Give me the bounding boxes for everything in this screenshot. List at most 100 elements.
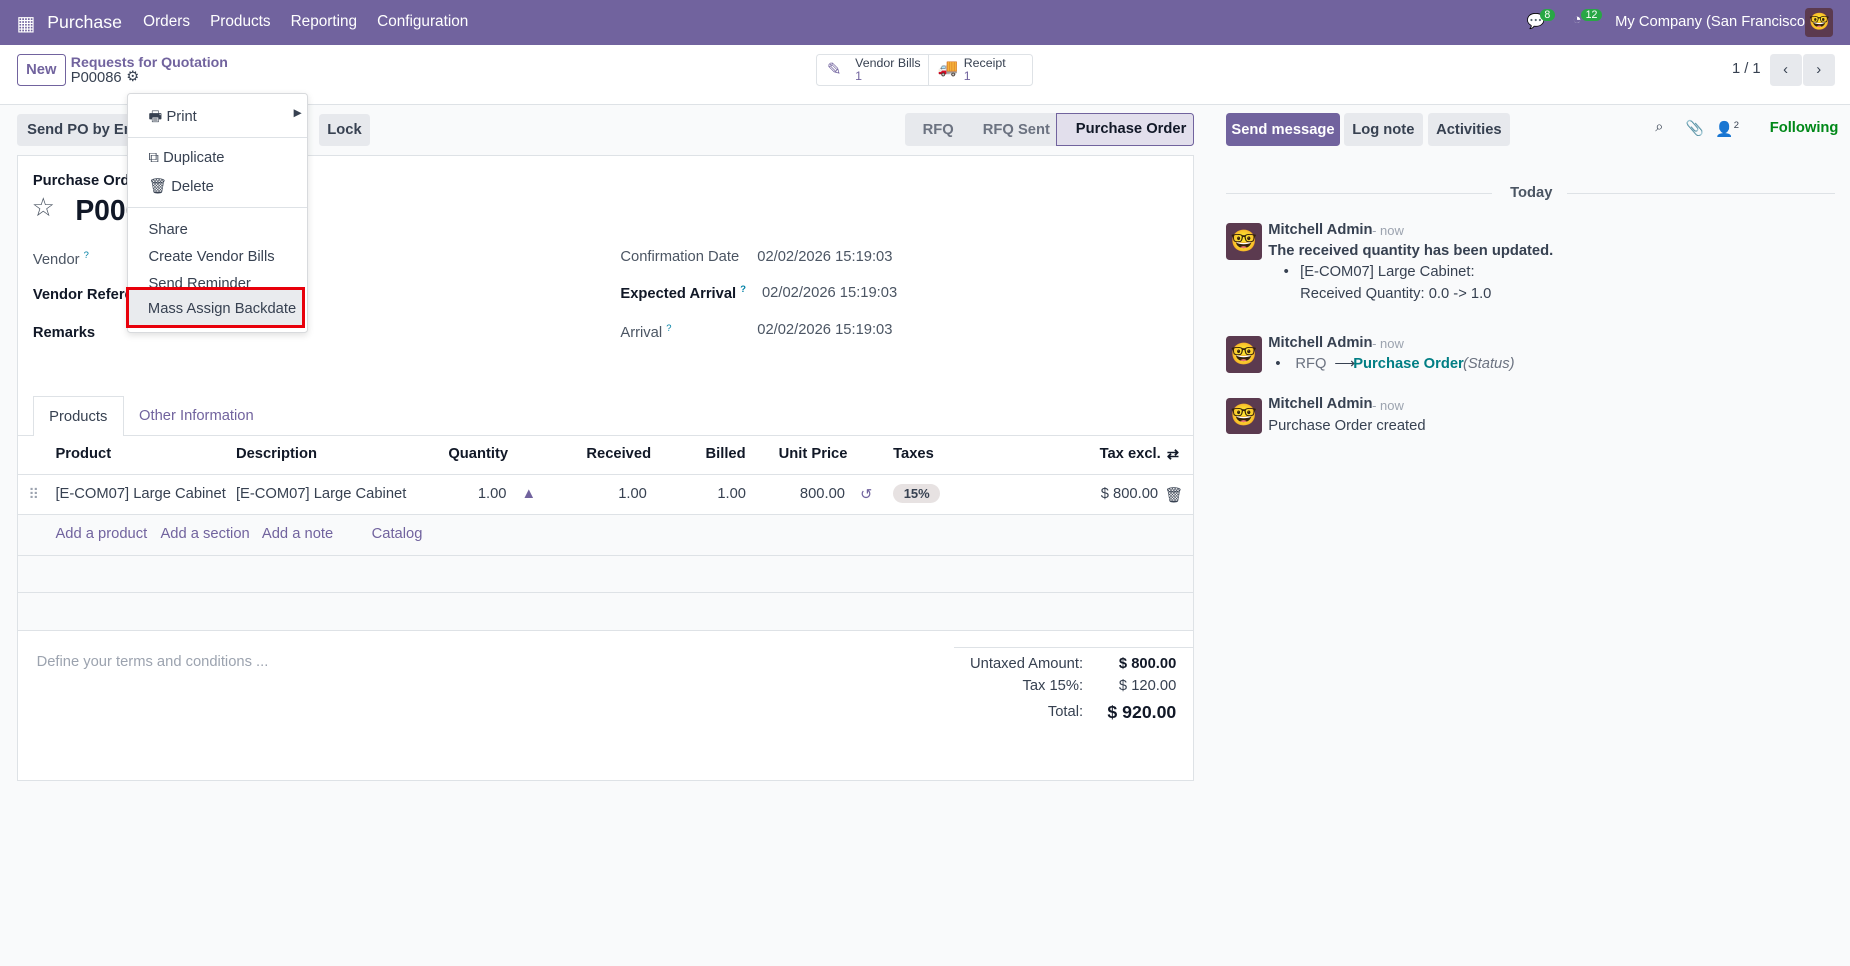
total-value: $ 920.00 [1107, 701, 1177, 722]
confirmation-value[interactable]: 02/02/2026 15:19:03 [757, 249, 892, 265]
pager-value[interactable]: 1 / 1 [1732, 61, 1761, 77]
gear-icon[interactable]: ⚙ [126, 68, 139, 85]
cell-description[interactable]: [E-COM07] Large Cabinet [236, 486, 406, 502]
new-button[interactable]: New [16, 54, 67, 87]
company-switcher[interactable]: My Company (San Francisco) [1615, 14, 1810, 30]
untaxed-value: $ 800.00 [1118, 655, 1177, 672]
menu-share[interactable]: Share [148, 222, 187, 238]
activities-badge: 12 [1580, 9, 1603, 22]
delete-line-icon[interactable]: 🗑 [1164, 486, 1183, 504]
receipt-count: 1 [963, 69, 971, 84]
add-note-link[interactable]: Add a note [262, 526, 333, 542]
user-avatar[interactable]: 🤓 [1805, 8, 1834, 37]
pager-next[interactable]: › [1802, 54, 1835, 87]
vendor-label: Vendor ? [32, 248, 89, 268]
forecast-chart-icon[interactable]: ▲ [521, 486, 536, 502]
message-time: - now [1372, 397, 1404, 413]
tab-products-label: Products [49, 409, 108, 426]
total-label: Total: [1047, 704, 1084, 721]
catalog-link[interactable]: Catalog [372, 526, 423, 542]
status-purchase-order-label: Purchase Order [1075, 121, 1187, 138]
author-avatar[interactable]: 🤓 [1225, 397, 1263, 435]
message-author[interactable]: Mitchell Admin [1268, 335, 1372, 351]
log-note-button[interactable]: Log note [1343, 113, 1423, 147]
author-avatar[interactable]: 🤓 [1225, 222, 1263, 260]
message-author[interactable]: Mitchell Admin [1268, 222, 1372, 238]
menu-duplicate[interactable]: ⧉ Duplicate [148, 150, 224, 166]
tab-other-information[interactable]: Other Information [139, 408, 254, 424]
following-button[interactable]: Following [1770, 120, 1839, 136]
menu-mass-assign-backdate[interactable]: Mass Assign Backdate [126, 286, 306, 328]
paperclip-icon[interactable]: 📎 [1686, 119, 1704, 137]
activities-button[interactable]: Activities [1427, 113, 1511, 147]
expected-arrival-label: Expected Arrival ? [620, 282, 746, 302]
lock-button[interactable]: Lock [318, 114, 371, 147]
vendor-bills-count: 1 [855, 69, 863, 84]
edit-bill-icon: ✎ [826, 58, 842, 79]
status-rfq-sent[interactable]: RFQ Sent [983, 122, 1050, 138]
add-section-link[interactable]: Add a section [160, 526, 249, 542]
vendor-bills-button[interactable]: ✎ Vendor Bills 1 [817, 55, 930, 85]
followers-icon[interactable]: 👤2 [1715, 119, 1739, 138]
truck-icon: 🚚 [937, 58, 959, 77]
col-product[interactable]: Product [55, 446, 111, 462]
col-tax-excl[interactable]: Tax excl. [1100, 446, 1161, 462]
cell-unit-price[interactable]: 800.00 [800, 486, 845, 502]
cell-quantity[interactable]: 1.00 [478, 486, 507, 502]
col-quantity[interactable]: Quantity [448, 446, 508, 462]
optional-columns-icon[interactable]: ⇄ [1167, 446, 1179, 463]
col-received[interactable]: Received [586, 446, 651, 462]
receipt-label: Receipt [963, 56, 1006, 71]
app-name[interactable]: Purchase [47, 12, 122, 33]
gear-dropdown-menu: 🖶 Print ▶ ⧉ Duplicate 🗑 Delete Share Cre… [126, 93, 308, 333]
expected-arrival-value[interactable]: 02/02/2026 15:19:03 [762, 285, 897, 301]
menu-delete[interactable]: 🗑 Delete [148, 177, 213, 195]
status-rfq[interactable]: RFQ [923, 122, 954, 138]
author-avatar[interactable]: 🤓 [1225, 336, 1263, 373]
message-time: - now [1372, 336, 1404, 352]
breadcrumb-rfq[interactable]: Requests for Quotation [71, 54, 228, 70]
pager-previous[interactable]: ‹ [1769, 54, 1802, 87]
tax-value: $ 120.00 [1118, 678, 1177, 695]
col-unit-price[interactable]: Unit Price [779, 446, 848, 462]
tab-products[interactable]: Products [32, 396, 124, 437]
message-time: - now [1372, 222, 1404, 238]
drag-handle-icon[interactable]: ⠿ [28, 486, 39, 503]
terms-input[interactable]: Define your terms and conditions ... [37, 654, 269, 670]
arrival-label: Arrival ? [620, 321, 672, 341]
menu-print[interactable]: 🖶 Print [148, 106, 196, 131]
add-product-link[interactable]: Add a product [55, 526, 147, 542]
vendor-bills-label: Vendor Bills [855, 56, 921, 71]
col-description[interactable]: Description [236, 446, 317, 462]
col-taxes[interactable]: Taxes [893, 446, 934, 462]
reset-price-icon[interactable]: ↺ [860, 486, 872, 503]
arrival-value[interactable]: 02/02/2026 15:19:03 [757, 322, 892, 338]
menu-reporting[interactable]: Reporting [291, 13, 357, 31]
menu-orders[interactable]: Orders [143, 13, 190, 31]
breadcrumb-record: P00086 [70, 69, 122, 86]
apps-grid-icon[interactable]: ▦ [17, 11, 36, 36]
star-icon[interactable]: ☆ [32, 193, 55, 223]
cell-received[interactable]: 1.00 [618, 486, 647, 502]
menu-create-vendor-bills[interactable]: Create Vendor Bills [148, 249, 274, 265]
menu-products[interactable]: Products [210, 13, 271, 31]
cell-subtotal: $ 800.00 [1100, 486, 1159, 503]
cell-product[interactable]: [E-COM07] Large Cabinet [55, 486, 225, 502]
menu-configuration[interactable]: Configuration [377, 13, 468, 31]
search-icon[interactable]: ⌕ [1655, 119, 1663, 135]
status-purchase-order[interactable]: Purchase Order [1055, 113, 1194, 147]
tax-badge[interactable]: 15% [893, 483, 941, 504]
col-billed[interactable]: Billed [706, 446, 746, 462]
receipt-button[interactable]: 🚚 Receipt 1 [931, 55, 1032, 84]
message-author[interactable]: Mitchell Admin [1268, 396, 1372, 412]
message-line: Received Quantity: 0.0 -> 1.0 [1300, 285, 1492, 302]
message-line: [E-COM07] Large Cabinet: [1300, 264, 1475, 281]
remarks-label: Remarks [32, 325, 96, 342]
cell-billed[interactable]: 1.00 [717, 486, 746, 502]
tax-label: Tax 15%: [1022, 678, 1084, 695]
smart-buttons: ✎ Vendor Bills 1 🚚 Receipt 1 [816, 54, 1034, 87]
send-message-button[interactable]: Send message [1225, 113, 1341, 147]
navbar: ▦ Purchase Orders Products Reporting Con… [0, 0, 1850, 45]
today-separator: Today [1510, 185, 1553, 202]
tracking-new-value: Purchase Order [1353, 356, 1464, 373]
